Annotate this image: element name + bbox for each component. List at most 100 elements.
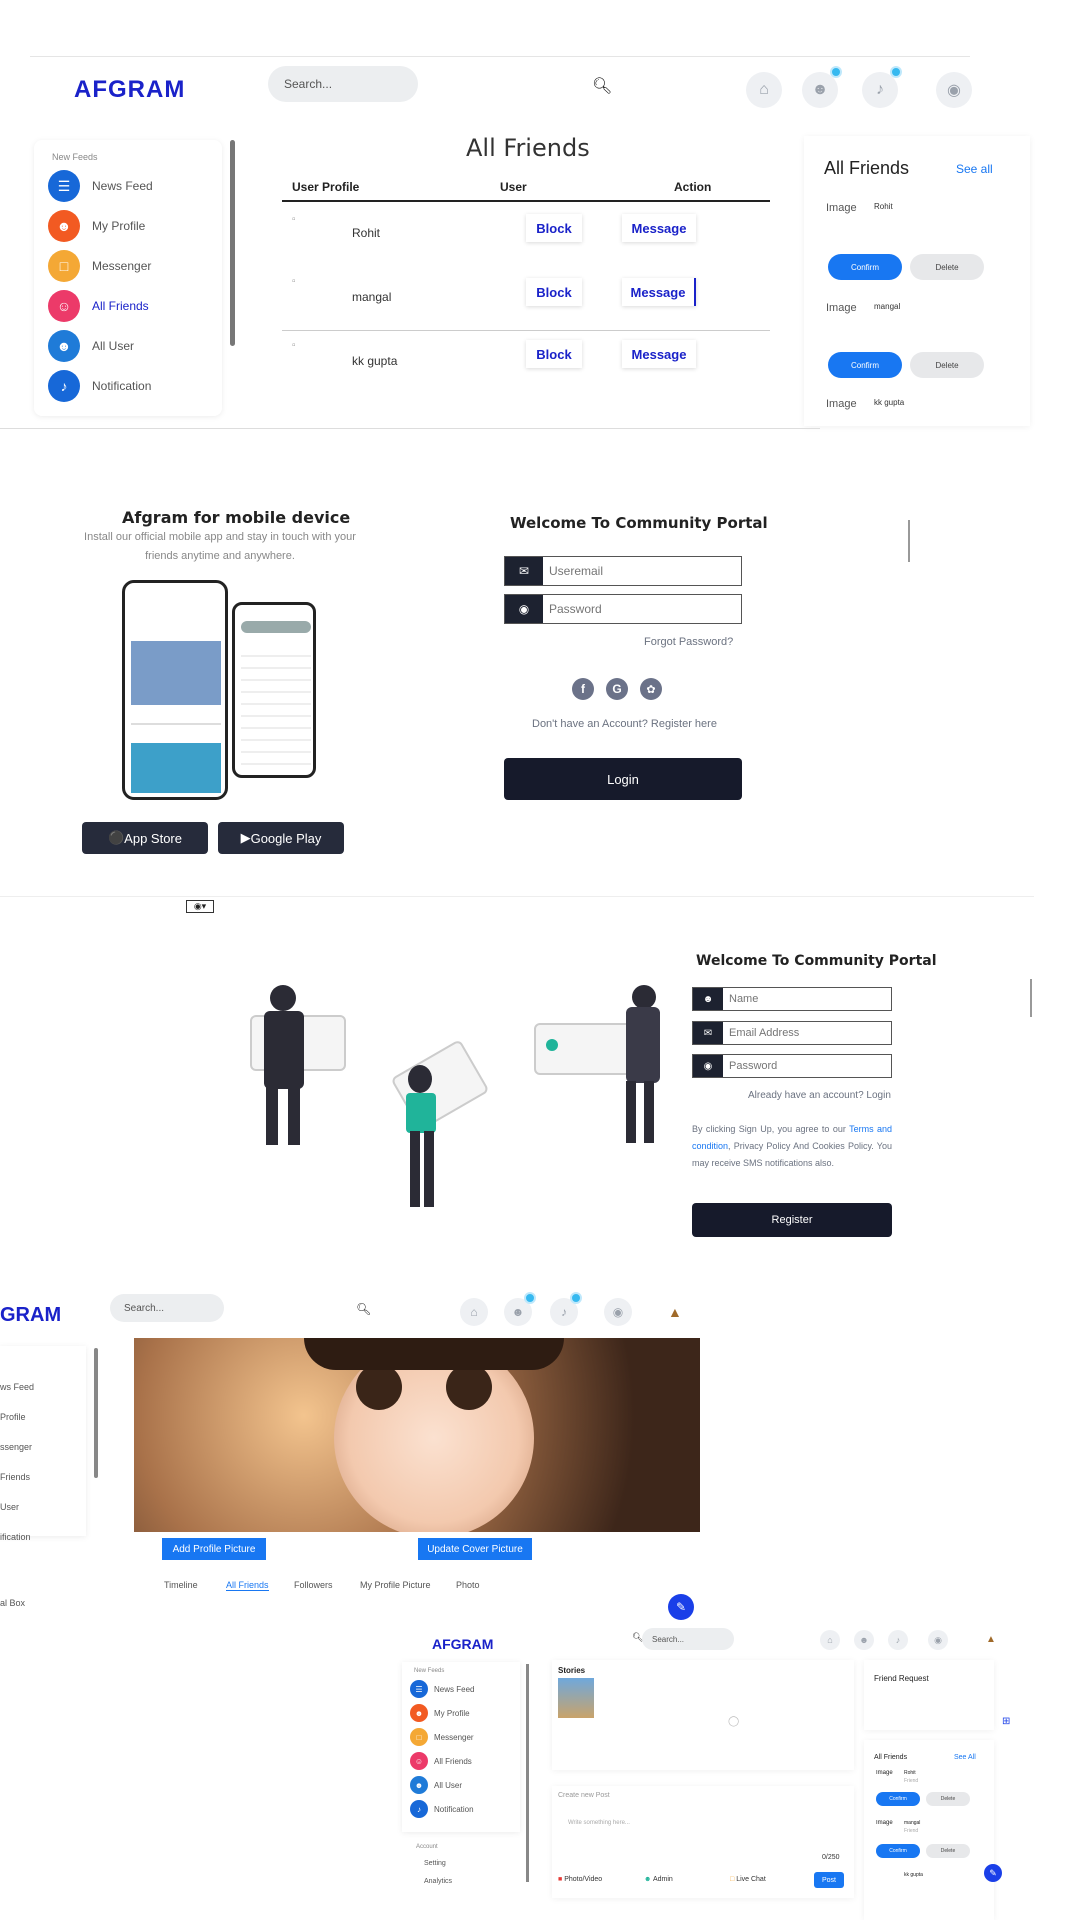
sidebar-item-all-user[interactable]: ☻ All User: [48, 330, 134, 362]
facebook-icon[interactable]: f: [572, 678, 594, 700]
plus-icon[interactable]: ⊞: [1002, 1716, 1010, 1727]
update-cover-picture-button[interactable]: Update Cover Picture: [418, 1538, 532, 1560]
search-input[interactable]: Search...: [124, 1303, 164, 1314]
bell-icon[interactable]: ♪: [550, 1292, 582, 1326]
name-input[interactable]: [723, 988, 891, 1010]
password-field[interactable]: ◉: [692, 1054, 892, 1078]
email-input[interactable]: [543, 557, 741, 585]
globe-icon[interactable]: ◉: [604, 1298, 632, 1326]
photo-video-button[interactable]: ■ Photo/Video: [558, 1876, 602, 1883]
sidebar-item-my-profile[interactable]: ☻ My Profile: [48, 210, 145, 242]
tab-all-friends[interactable]: All Friends: [226, 1580, 269, 1591]
post-button[interactable]: Post: [814, 1872, 844, 1888]
confirm-button[interactable]: Confirm: [828, 254, 902, 280]
sidebar-item[interactable]: ws Feed: [0, 1382, 34, 1392]
google-icon[interactable]: G: [606, 678, 628, 700]
sidebar-item-analytics[interactable]: Analytics: [424, 1878, 452, 1885]
globe-icon[interactable]: ◉: [936, 72, 972, 108]
live-chat-button[interactable]: □ Live Chat: [730, 1876, 766, 1883]
app-logo[interactable]: AFGRAM: [74, 76, 185, 104]
home-icon[interactable]: ⌂: [820, 1630, 840, 1650]
delete-button[interactable]: Delete: [910, 254, 984, 280]
delete-button[interactable]: Delete: [926, 1844, 970, 1858]
twitter-icon[interactable]: ✿: [640, 678, 662, 700]
language-selector[interactable]: ◉▾: [186, 900, 214, 913]
message-button[interactable]: Message: [622, 278, 696, 306]
tab-my-profile-picture[interactable]: My Profile Picture: [360, 1580, 431, 1590]
sidebar-item-news-feed[interactable]: ☰ News Feed: [48, 170, 153, 202]
app-logo[interactable]: GRAM: [0, 1304, 61, 1327]
home-icon[interactable]: ⌂: [460, 1298, 488, 1326]
confirm-button[interactable]: Confirm: [876, 1792, 920, 1806]
forgot-password-link[interactable]: Forgot Password?: [644, 636, 733, 648]
avatar[interactable]: ▲: [986, 1634, 996, 1645]
register-link[interactable]: Don't have an Account? Register here: [532, 718, 717, 730]
user-icon[interactable]: ☻: [802, 66, 842, 108]
sidebar-item[interactable]: al Box: [0, 1598, 25, 1608]
login-link[interactable]: Already have an account? Login: [748, 1090, 891, 1101]
search-input[interactable]: Search...: [284, 77, 332, 91]
block-button[interactable]: Block: [526, 340, 582, 368]
password-field[interactable]: ◉: [504, 594, 742, 624]
bell-icon[interactable]: ♪: [862, 66, 902, 108]
sidebar-item-all-user[interactable]: ☻ All User: [410, 1776, 462, 1794]
sidebar-scrollbar[interactable]: [526, 1664, 529, 1882]
sidebar-item-setting[interactable]: Setting: [424, 1860, 446, 1867]
see-all-link[interactable]: See all: [956, 162, 993, 176]
search-icon[interactable]: 🔍︎: [356, 1302, 371, 1316]
message-button[interactable]: Message: [622, 340, 696, 368]
name-field[interactable]: ☻: [692, 987, 892, 1011]
post-textarea[interactable]: Write something here...: [568, 1820, 630, 1826]
avatar[interactable]: ▲: [668, 1304, 682, 1320]
user-icon[interactable]: ☻: [504, 1292, 536, 1326]
block-button[interactable]: Block: [526, 278, 582, 306]
search-field[interactable]: Search...: [642, 1628, 734, 1650]
message-button[interactable]: Message: [622, 214, 696, 242]
search-field[interactable]: Search...: [110, 1294, 224, 1322]
sidebar-scrollbar[interactable]: [230, 140, 235, 346]
sidebar-scrollbar[interactable]: [94, 1348, 98, 1478]
sidebar-item-messenger[interactable]: □ Messenger: [410, 1728, 474, 1746]
google-play-button[interactable]: ▶ Google Play: [218, 822, 344, 854]
sidebar-item-all-friends[interactable]: ☺ All Friends: [48, 290, 149, 322]
sidebar-item-messenger[interactable]: □ Messenger: [48, 250, 151, 282]
confirm-button[interactable]: Confirm: [828, 352, 902, 378]
edit-icon[interactable]: ✎: [984, 1864, 1002, 1882]
sidebar-item-my-profile[interactable]: ☻ My Profile: [410, 1704, 470, 1722]
password-input[interactable]: [543, 595, 741, 623]
delete-button[interactable]: Delete: [910, 352, 984, 378]
edit-icon[interactable]: ✎: [668, 1594, 694, 1620]
user-icon[interactable]: ☻: [854, 1630, 874, 1650]
story-thumbnail[interactable]: [558, 1678, 594, 1718]
bell-icon[interactable]: ♪: [888, 1630, 908, 1650]
login-button[interactable]: Login: [504, 758, 742, 800]
tab-followers[interactable]: Followers: [294, 1580, 333, 1590]
see-all-link[interactable]: See All: [954, 1754, 976, 1761]
confirm-button[interactable]: Confirm: [876, 1844, 920, 1858]
delete-button[interactable]: Delete: [926, 1792, 970, 1806]
register-button[interactable]: Register: [692, 1203, 892, 1237]
password-input[interactable]: [723, 1055, 891, 1077]
email-field[interactable]: ✉: [504, 556, 742, 586]
search-icon[interactable]: 🔍︎: [592, 76, 612, 96]
sidebar-item[interactable]: ssenger: [0, 1442, 32, 1452]
block-button[interactable]: Block: [526, 214, 582, 242]
sidebar-item-notification[interactable]: ♪ Notification: [410, 1800, 474, 1818]
globe-icon[interactable]: ◉: [928, 1630, 948, 1650]
admin-button[interactable]: ☻ Admin: [644, 1876, 673, 1883]
sidebar-item[interactable]: Profile: [0, 1412, 26, 1422]
sidebar-item[interactable]: User: [0, 1502, 19, 1512]
sidebar-item[interactable]: Friends: [0, 1472, 30, 1482]
app-logo[interactable]: AFGRAM: [432, 1636, 493, 1652]
email-field[interactable]: ✉: [692, 1021, 892, 1045]
sidebar-item-news-feed[interactable]: ☰ News Feed: [410, 1680, 474, 1698]
sidebar-item-notification[interactable]: ♪ Notification: [48, 370, 151, 402]
tab-timeline[interactable]: Timeline: [164, 1580, 198, 1590]
search-field[interactable]: Search...: [268, 66, 418, 102]
search-input[interactable]: Search...: [652, 1635, 684, 1644]
app-store-button[interactable]: ⚫ App Store: [82, 822, 208, 854]
add-profile-picture-button[interactable]: Add Profile Picture: [162, 1538, 266, 1560]
sidebar-item[interactable]: ification: [0, 1532, 31, 1542]
tab-photo[interactable]: Photo: [456, 1580, 480, 1590]
sidebar-item-all-friends[interactable]: ☺ All Friends: [410, 1752, 472, 1770]
